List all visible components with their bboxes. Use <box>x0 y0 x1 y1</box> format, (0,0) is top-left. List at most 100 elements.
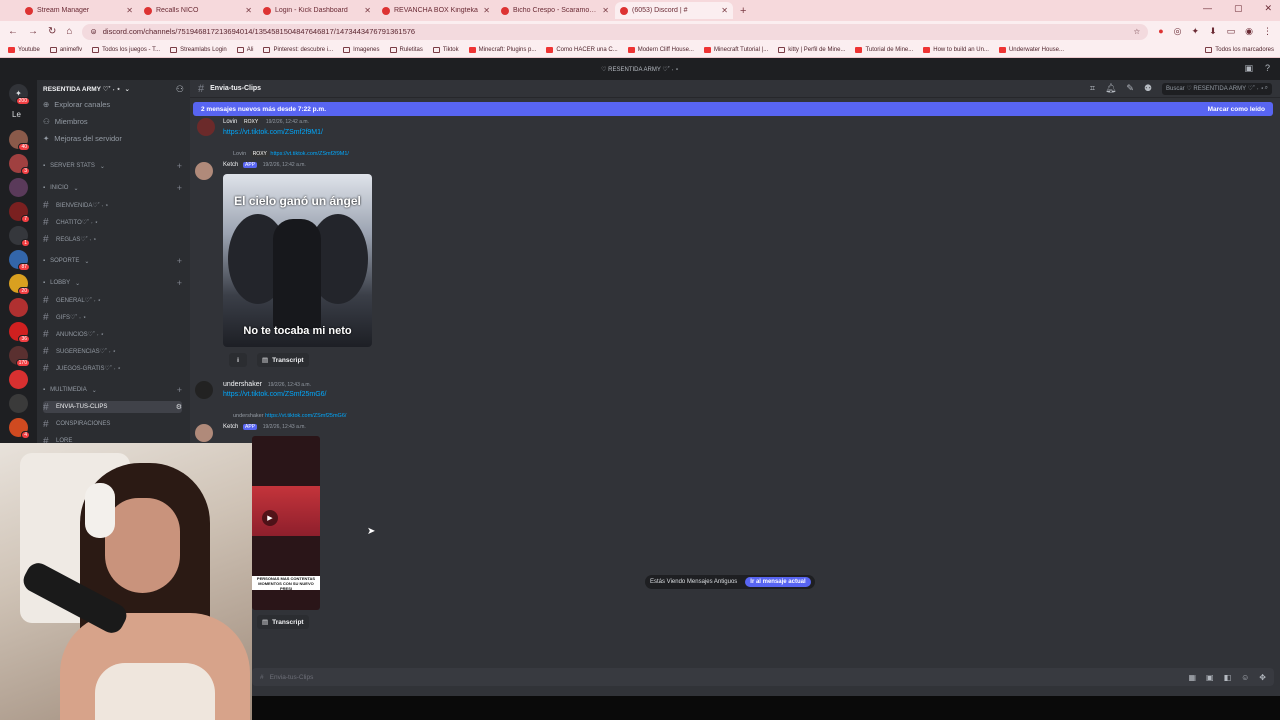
play-icon[interactable]: ▶ <box>262 510 278 526</box>
apps-icon[interactable]: ✥ <box>1259 673 1266 682</box>
bookmark-item[interactable]: Tutorial de Mine... <box>855 46 913 53</box>
bookmark-item[interactable]: kitty | Perfil de Mine... <box>778 46 845 53</box>
avatar[interactable] <box>195 424 213 442</box>
server-icon[interactable] <box>9 370 28 389</box>
minimize-icon[interactable]: — <box>1203 3 1212 14</box>
message-image[interactable]: El cielo ganó un ángel No te tocaba mi n… <box>223 174 372 347</box>
close-window-icon[interactable]: ✕ <box>1264 3 1272 14</box>
channel-item[interactable]: # GIFS♡˚ ˖ ⋆ <box>43 311 182 323</box>
avatar[interactable] <box>197 118 215 136</box>
channel-category[interactable]: ▪ LOBBY ⌄ + <box>43 277 182 289</box>
members-icon[interactable]: ⚉ <box>1144 83 1152 94</box>
channel-item[interactable]: # SUGERENCIAS♡˚ ˖ ⋆ <box>43 345 182 357</box>
gif-icon[interactable]: ▣ <box>1206 673 1214 682</box>
transcript-button[interactable]: ▤ Transcript <box>257 353 309 367</box>
home-icon[interactable]: ⌂ <box>66 26 72 37</box>
message-video[interactable]: ▶ PERSONAS MAS CONTENTAS MOMENTOS CON SU… <box>252 436 320 610</box>
add-channel-icon[interactable]: + <box>177 256 182 266</box>
bookmark-item[interactable]: Youtube <box>8 46 40 53</box>
threads-icon[interactable]: ⌗ <box>1090 83 1095 94</box>
pin-icon[interactable]: ✎ <box>1126 83 1134 94</box>
profile-icon[interactable]: ◉ <box>1245 26 1253 37</box>
close-tab-icon[interactable]: ✕ <box>602 6 609 15</box>
extension-icon[interactable]: ◎ <box>1174 26 1182 37</box>
transcript-button[interactable]: ▤ Transcript <box>257 615 309 629</box>
message-link[interactable]: https://vt.tiktok.com/ZSmf25mG6/ <box>223 391 326 398</box>
bookmark-item[interactable]: Streamlabs Login <box>170 46 227 53</box>
download-icon[interactable]: ⬇ <box>1209 26 1217 37</box>
help-icon[interactable]: ? <box>1265 63 1270 74</box>
channel-item[interactable]: # ANUNCIOS♡˚ ˖ ⋆ <box>43 328 182 340</box>
mark-read-button[interactable]: Marcar como leído <box>1208 106 1265 113</box>
message-composer[interactable]: # Envia-tus-Clips ▦ ▣ ◧ ☺ ✥ <box>252 668 1274 686</box>
gift-icon[interactable]: ▦ <box>1188 673 1196 682</box>
channel-item[interactable]: # ENVIA-TUS-CLIPS ⚙ <box>43 401 182 413</box>
new-messages-bar[interactable]: 2 mensajes nuevos más desde 7:22 p.m. Ma… <box>193 102 1273 116</box>
close-tab-icon[interactable]: ✕ <box>126 6 133 15</box>
sticker-icon[interactable]: ◧ <box>1224 673 1232 682</box>
reply-preview[interactable]: Lovin ROXY https://vt.tiktok.com/ZSmf2f9… <box>233 151 349 157</box>
add-channel-icon[interactable]: + <box>177 278 182 288</box>
close-tab-icon[interactable]: ✕ <box>483 6 490 15</box>
username[interactable]: undershaker <box>223 381 262 388</box>
bookmark-item[interactable]: Minecraft Tutorial |... <box>703 46 768 53</box>
channel-item[interactable]: # REGLAS♡˚ ˖ ⋆ <box>43 233 182 245</box>
bookmark-item[interactable]: Tiktok <box>432 46 459 53</box>
channel-category[interactable]: ▪ MULTIMEDIA ⌄ + <box>43 384 182 396</box>
channel-item[interactable]: # BIENVENIDA♡˚ ˖ ⋆ <box>43 199 182 211</box>
add-channel-icon[interactable]: + <box>177 385 182 395</box>
channel-category[interactable]: ▪ SERVER STATS ⌄ + <box>43 160 182 172</box>
add-friend-icon[interactable]: ⚇ <box>176 84 184 95</box>
close-tab-icon[interactable]: ✕ <box>364 6 371 15</box>
url-input[interactable]: ⊜ discord.com/channels/75194681721369401… <box>82 23 1149 40</box>
server-icon[interactable]: 20 <box>9 274 30 295</box>
server-icon[interactable]: 170 <box>9 346 30 367</box>
server-icon[interactable] <box>9 394 28 413</box>
browser-tab[interactable]: Login - Kick Dashboard ✕ <box>258 2 376 19</box>
channel-item[interactable]: # GENERAL♡˚ ˖ ⋆ <box>43 294 182 306</box>
channel-item[interactable]: # CONSPIRACIONES <box>43 418 182 430</box>
puzzle-icon[interactable]: ✦ <box>1192 26 1200 37</box>
server-icon[interactable]: 1 <box>9 226 30 247</box>
jump-to-present-button[interactable]: Ir al mensaje actual <box>745 577 811 587</box>
menu-icon[interactable]: ⋮ <box>1263 26 1272 37</box>
server-icon[interactable]: 87 <box>9 250 30 271</box>
bookmark-item[interactable]: Modern Cliff House... <box>627 46 694 53</box>
server-icon[interactable]: 4 <box>9 418 30 439</box>
bookmark-item[interactable]: Minecraft: Plugins p... <box>468 46 536 53</box>
browser-tab[interactable]: Bicho Crespo - Scaramouche ✕ <box>496 2 614 19</box>
bookmark-item[interactable]: Pinterest: descubre i... <box>263 46 333 53</box>
browser-tab[interactable]: REVANCHA BOX Kingteka ✕ <box>377 2 495 19</box>
bookmark-item[interactable]: Todos los juegos - T... <box>92 46 160 53</box>
site-info-icon[interactable]: ⊜ <box>90 27 96 36</box>
message-link[interactable]: https://vt.tiktok.com/ZSmf2f9M1/ <box>223 129 323 136</box>
all-bookmarks[interactable]: Todos los marcadores <box>1205 46 1280 53</box>
add-channel-icon[interactable]: + <box>177 183 182 193</box>
bell-icon[interactable]: 🔔︎ <box>1105 83 1116 94</box>
reload-icon[interactable]: ↻ <box>48 26 56 37</box>
avatar[interactable] <box>195 381 213 399</box>
server-icon[interactable]: 7 <box>9 202 30 223</box>
browser-tab[interactable]: (6053) Discord | # ✕ <box>615 2 733 19</box>
inbox-icon[interactable]: ▣ <box>1244 63 1253 74</box>
server-icon[interactable] <box>9 298 28 317</box>
forward-icon[interactable]: → <box>28 26 38 37</box>
server-icon[interactable]: 40 <box>9 130 30 151</box>
server-menu-item[interactable]: ⚇ Miembros <box>43 115 182 127</box>
username[interactable]: Ketch <box>223 162 238 168</box>
bookmark-item[interactable]: Como HACER una C... <box>546 46 618 53</box>
server-icon[interactable] <box>9 178 28 197</box>
channel-item[interactable]: # JUEGOS-GRATIS♡˚ ˖ ⋆ <box>43 362 182 374</box>
back-icon[interactable]: ← <box>8 26 18 37</box>
reply-preview[interactable]: undershaker https://vt.tiktok.com/ZSmf25… <box>233 413 346 419</box>
bookmark-item[interactable]: Underwater House... <box>998 46 1064 53</box>
search-input[interactable]: Buscar ♡ RESENTIDA ARMY ♡˚ ˖ ⋆ ⌕ <box>1162 82 1272 95</box>
bookmark-star-icon[interactable]: ☆ <box>1134 27 1141 36</box>
opera-icon[interactable]: ● <box>1158 26 1163 37</box>
server-menu-item[interactable]: ✦ Mejoras del servidor <box>43 132 182 144</box>
direct-messages-icon[interactable]: ✦ 200 <box>9 84 30 105</box>
bookmark-item[interactable]: How to build an Un... <box>923 46 989 53</box>
server-header[interactable]: RESENTIDA ARMY ♡˚ ˖ ⋆ ⌄ ⚇ <box>37 80 190 98</box>
bookmark-item[interactable]: Ruletitas <box>389 46 423 53</box>
avatar[interactable] <box>195 162 213 180</box>
